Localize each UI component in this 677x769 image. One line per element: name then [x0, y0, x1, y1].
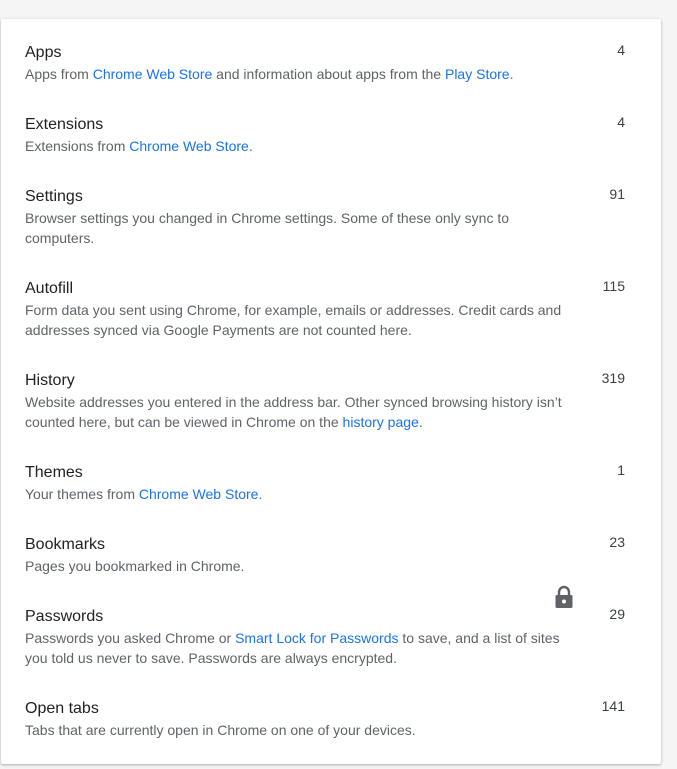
row-count: 115	[602, 278, 625, 294]
row-description: Extensions from Chrome Web Store.	[25, 136, 570, 156]
desc-text: .	[509, 66, 514, 82]
row-count: 4	[617, 42, 625, 58]
row-count: 29	[609, 606, 625, 622]
sync-row-open-tabs: Open tabs Tabs that are currently open i…	[1, 675, 661, 747]
chrome-web-store-link[interactable]: Chrome Web Store	[139, 486, 259, 502]
row-description: Pages you bookmarked in Chrome.	[25, 556, 570, 576]
desc-text: Pages you bookmarked in Chrome.	[25, 558, 245, 574]
sync-row-apps: Apps Apps from Chrome Web Store and info…	[1, 19, 661, 91]
desc-text: and information about apps from the	[212, 66, 445, 82]
lock-icon	[555, 585, 573, 608]
row-count: 141	[601, 698, 625, 714]
desc-text: Apps from	[25, 66, 93, 82]
sync-row-bookmarks: Bookmarks Pages you bookmarked in Chrome…	[1, 511, 661, 583]
row-title: Passwords	[25, 608, 104, 625]
row-count: 1	[617, 462, 625, 478]
row-count: 23	[609, 534, 625, 550]
row-count: 319	[601, 370, 625, 386]
sync-row-themes: Themes Your themes from Chrome Web Store…	[1, 439, 661, 511]
desc-text: Passwords you asked Chrome or	[25, 630, 236, 646]
desc-text: Browser settings you changed in Chrome s…	[25, 210, 510, 246]
sync-data-card: Apps Apps from Chrome Web Store and info…	[1, 19, 661, 764]
row-title: Apps	[25, 44, 62, 61]
row-description: Apps from Chrome Web Store and informati…	[25, 64, 570, 84]
desc-text: .	[258, 486, 263, 502]
row-title: Themes	[25, 464, 83, 481]
smart-lock-link[interactable]: Smart Lock for Passwords	[235, 630, 398, 646]
desc-text: Form data you sent using Chrome, for exa…	[25, 302, 562, 338]
row-description: Form data you sent using Chrome, for exa…	[25, 300, 570, 340]
play-store-link[interactable]: Play Store	[445, 66, 510, 82]
row-title: Bookmarks	[25, 536, 106, 553]
sync-row-history: History Website addresses you entered in…	[1, 347, 661, 430]
sync-row-extensions: Extensions Extensions from Chrome Web St…	[1, 91, 661, 163]
row-title: Autofill	[25, 280, 74, 297]
row-description: Website addresses you entered in the add…	[25, 392, 570, 432]
row-title: Open tabs	[25, 700, 99, 717]
chrome-web-store-link[interactable]: Chrome Web Store	[93, 66, 213, 82]
desc-text: .	[248, 138, 253, 154]
desc-text: Website addresses you entered in the add…	[25, 394, 562, 430]
chrome-web-store-link[interactable]: Chrome Web Store	[129, 138, 249, 154]
sync-row-autofill: Autofill Form data you sent using Chrome…	[1, 255, 661, 338]
row-title: History	[25, 372, 75, 389]
history-page-link[interactable]: history page	[343, 414, 419, 430]
desc-text: .	[418, 414, 423, 430]
row-title: Settings	[25, 188, 83, 205]
sync-row-settings: Settings Browser settings you changed in…	[1, 163, 661, 246]
row-description: Passwords you asked Chrome or Smart Lock…	[25, 628, 570, 668]
desc-text: Your themes from	[25, 486, 139, 502]
row-description: Your themes from Chrome Web Store.	[25, 484, 570, 504]
row-description: Tabs that are currently open in Chrome o…	[25, 720, 570, 740]
desc-text: Tabs that are currently open in Chrome o…	[25, 722, 416, 738]
row-title: Extensions	[25, 116, 104, 133]
row-description: Browser settings you changed in Chrome s…	[25, 208, 570, 248]
desc-text: Extensions from	[25, 138, 130, 154]
row-count: 91	[609, 186, 625, 202]
row-count: 4	[617, 114, 625, 130]
